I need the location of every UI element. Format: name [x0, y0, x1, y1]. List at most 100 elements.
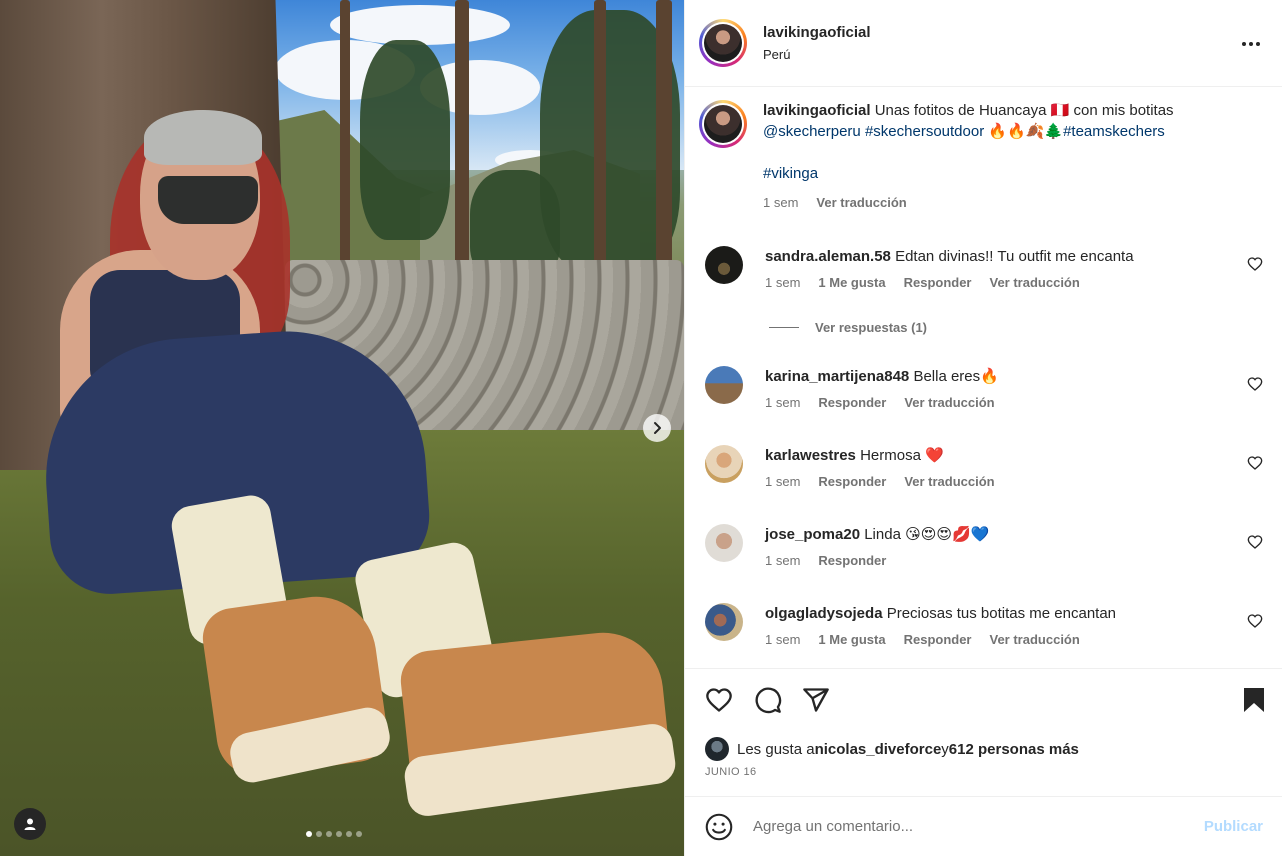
- caption-time[interactable]: 1 sem: [763, 192, 798, 213]
- caption-translate-button[interactable]: Ver traducción: [816, 192, 906, 213]
- comment-icon: [755, 687, 782, 714]
- chevron-right-icon: [654, 422, 661, 434]
- caption-username[interactable]: lavikingaoficial: [763, 102, 871, 119]
- carousel-dot: [306, 831, 312, 837]
- bookmark-icon: [1244, 688, 1264, 712]
- likes-summary[interactable]: Les gusta a nicolas_diveforce y 612 pers…: [705, 737, 1079, 761]
- comment-username[interactable]: karina_martijena848: [765, 368, 909, 385]
- comment-text: Bella eres🔥: [913, 368, 999, 385]
- carousel-dot: [316, 831, 322, 837]
- comment-item: sandra.aleman.58 Edtan divinas!! Tu outf…: [705, 246, 1265, 290]
- photo-tree-trunk: [340, 0, 350, 270]
- caption-text-2: con mis botitas: [1069, 102, 1174, 119]
- comment-time[interactable]: 1 sem: [765, 275, 800, 290]
- commenter-avatar[interactable]: [705, 366, 743, 404]
- comment-reply-button[interactable]: Responder: [818, 553, 886, 568]
- more-options-button[interactable]: [1239, 32, 1263, 56]
- post-panel: lavikingaoficial Perú lavikingaoficial U…: [684, 0, 1282, 856]
- carousel-next-button[interactable]: [643, 414, 671, 442]
- comment-translate-button[interactable]: Ver traducción: [990, 275, 1080, 290]
- carousel-indicator: [306, 831, 362, 837]
- photo-person-headband: [144, 110, 262, 165]
- commenter-avatar[interactable]: [705, 445, 743, 483]
- caption-emojis: 🔥🔥🍂🌲: [984, 123, 1064, 140]
- caption-text: Unas fotitos de Huancaya: [870, 102, 1051, 119]
- comment-text: Preciosas tus botitas me encantan: [886, 605, 1117, 622]
- likes-count[interactable]: 612 personas más: [949, 741, 1079, 758]
- heart-icon[interactable]: [1247, 376, 1263, 392]
- comment-username[interactable]: sandra.aleman.58: [765, 248, 891, 265]
- caption-hashtag[interactable]: #vikinga: [763, 165, 818, 182]
- comment-likes[interactable]: 1 Me gusta: [818, 632, 885, 647]
- tagged-users-button[interactable]: [14, 808, 46, 840]
- carousel-dot: [326, 831, 332, 837]
- comment-item: olgagladysojeda Preciosas tus botitas me…: [705, 603, 1265, 647]
- comment-text: Edtan divinas!! Tu outfit me encanta: [895, 248, 1134, 265]
- comment-item: karlawestres Hermosa ❤️ 1 sem Responder …: [705, 445, 1265, 489]
- comment-translate-button[interactable]: Ver traducción: [990, 632, 1080, 647]
- caption-hashtag[interactable]: #skechersoutdoor: [865, 123, 984, 140]
- commenter-avatar[interactable]: [705, 524, 743, 562]
- comment-time[interactable]: 1 sem: [765, 395, 800, 410]
- comment-time[interactable]: 1 sem: [765, 632, 800, 647]
- comment-reply-button[interactable]: Responder: [904, 275, 972, 290]
- comment-translate-button[interactable]: Ver traducción: [904, 474, 994, 489]
- view-replies-label: Ver respuestas (1): [815, 320, 928, 335]
- heart-icon: [706, 688, 732, 712]
- comment-time[interactable]: 1 sem: [765, 553, 800, 568]
- commenter-avatar[interactable]: [705, 603, 743, 641]
- author-username[interactable]: lavikingaoficial: [763, 24, 871, 41]
- heart-icon[interactable]: [1247, 613, 1263, 629]
- liker-avatar[interactable]: [705, 737, 729, 761]
- post-photo[interactable]: [0, 0, 684, 856]
- comment-likes[interactable]: 1 Me gusta: [818, 275, 885, 290]
- carousel-dot: [356, 831, 362, 837]
- photo-tree-trunk: [594, 0, 606, 290]
- comment-text: Linda 😘😍😍💋💙: [864, 526, 990, 543]
- view-replies-button[interactable]: Ver respuestas (1): [769, 320, 927, 335]
- heart-icon[interactable]: [1247, 455, 1263, 471]
- caption-flag: 🇵🇪: [1050, 102, 1070, 119]
- comment-reply-button[interactable]: Responder: [818, 395, 886, 410]
- photo-cloud: [330, 5, 510, 45]
- photo-person-sunglasses: [158, 176, 258, 224]
- author-avatar[interactable]: [699, 19, 747, 67]
- comment-time[interactable]: 1 sem: [765, 474, 800, 489]
- share-icon: [803, 688, 829, 712]
- like-button[interactable]: [704, 685, 734, 715]
- post-actions: Les gusta a nicolas_diveforce y 612 pers…: [685, 668, 1282, 796]
- comment-username[interactable]: jose_poma20: [765, 526, 860, 543]
- likes-prefix: Les gusta a: [737, 740, 815, 758]
- comment-reply-button[interactable]: Responder: [818, 474, 886, 489]
- comments-list[interactable]: lavikingaoficial Unas fotitos de Huancay…: [685, 88, 1282, 668]
- liker-username[interactable]: nicolas_diveforce: [815, 741, 942, 758]
- post-location[interactable]: Perú: [763, 47, 871, 62]
- emoji-icon[interactable]: [705, 813, 733, 841]
- post-date[interactable]: JUNIO 16: [705, 766, 757, 778]
- user-tag-icon: [24, 818, 36, 830]
- comment-item: karina_martijena848 Bella eres🔥 1 sem Re…: [705, 366, 1265, 410]
- carousel-dot: [336, 831, 342, 837]
- publish-button[interactable]: Publicar: [1204, 818, 1263, 835]
- comment-input[interactable]: [753, 818, 1183, 835]
- share-button[interactable]: [801, 685, 831, 715]
- comment-item: jose_poma20 Linda 😘😍😍💋💙 1 sem Responder: [705, 524, 1265, 568]
- caption-hashtag[interactable]: #teamskechers: [1063, 123, 1165, 140]
- photo-tree-trunk: [656, 0, 672, 290]
- comment-button[interactable]: [753, 685, 783, 715]
- comment-text: Hermosa ❤️: [860, 447, 944, 464]
- likes-mid: y: [941, 740, 949, 758]
- commenter-avatar[interactable]: [705, 246, 743, 284]
- heart-icon[interactable]: [1247, 256, 1263, 272]
- save-button[interactable]: [1239, 685, 1269, 715]
- caption-mention[interactable]: @skecherperu: [763, 123, 861, 140]
- comment-username[interactable]: karlawestres: [765, 447, 856, 464]
- post-caption: lavikingaoficial Unas fotitos de Huancay…: [699, 100, 1269, 213]
- caption-avatar[interactable]: [699, 100, 747, 148]
- carousel-dot: [346, 831, 352, 837]
- heart-icon[interactable]: [1247, 534, 1263, 550]
- comment-username[interactable]: olgagladysojeda: [765, 605, 883, 622]
- comment-translate-button[interactable]: Ver traducción: [904, 395, 994, 410]
- photo-tree-trunk: [455, 0, 469, 280]
- comment-reply-button[interactable]: Responder: [904, 632, 972, 647]
